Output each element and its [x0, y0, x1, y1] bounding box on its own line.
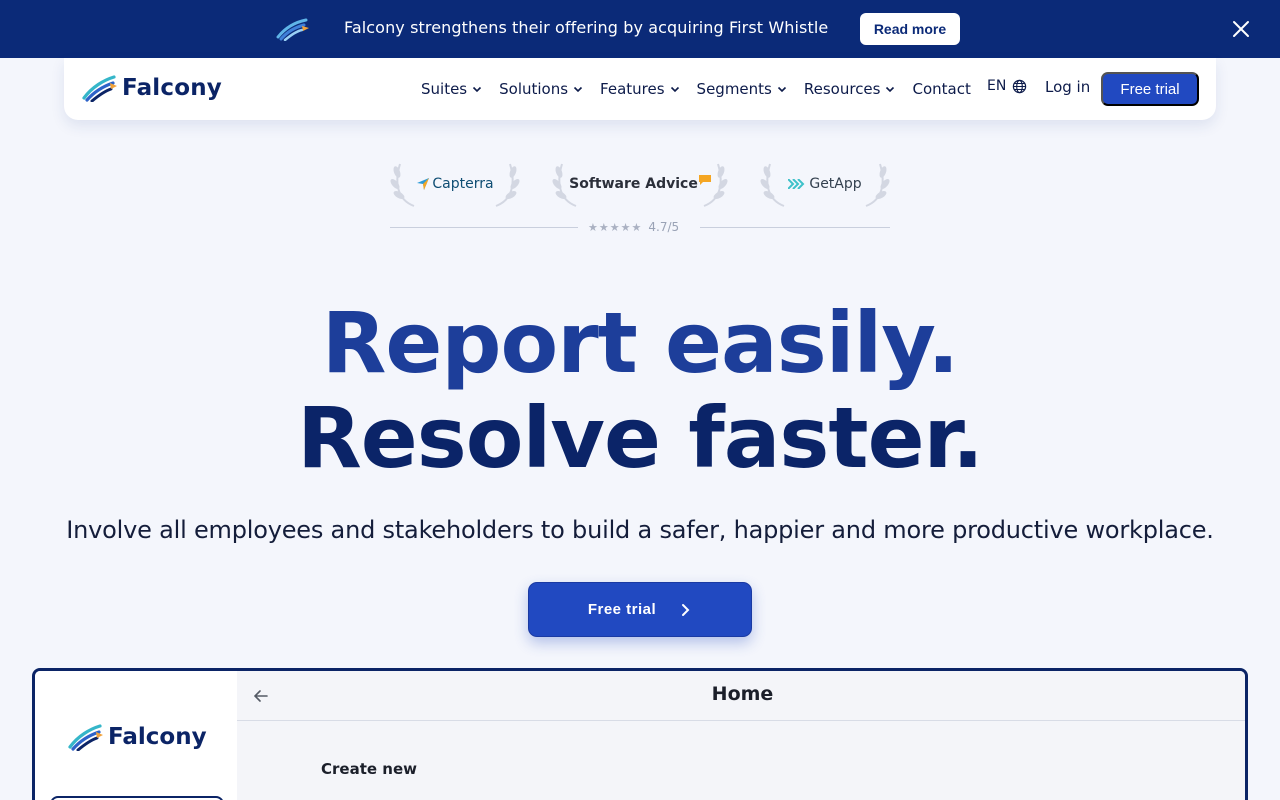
laurel-left-icon: [760, 163, 785, 207]
chevron-down-icon: [473, 86, 482, 93]
nav-item-features[interactable]: Features: [600, 80, 680, 98]
preview-topbar: Home: [237, 671, 1245, 721]
language-label: EN: [987, 78, 1007, 94]
laurel-right-icon: [865, 163, 890, 207]
nav-item-label: Resources: [803, 80, 881, 98]
star-rating: ★ ★ ★ ★ ★: [588, 221, 642, 234]
getapp-badge: GetApp: [760, 160, 890, 208]
nav-item-contact[interactable]: Contact: [912, 80, 970, 98]
nav-menu: Suites Solutions Features Segments Resou…: [421, 78, 988, 100]
nav-item-label: Contact: [912, 80, 971, 98]
star-icon: ★: [631, 220, 642, 234]
globe-icon: [1013, 79, 1027, 93]
nav-item-label: Features: [600, 80, 665, 98]
app-preview: Falcony Home Create new: [32, 668, 1248, 800]
preview-logo: Falcony: [68, 723, 207, 751]
language-selector[interactable]: EN: [987, 78, 1027, 94]
laurel-left-icon: [552, 163, 577, 207]
falcony-bird-icon: [68, 724, 103, 751]
hero-free-trial-button[interactable]: Free trial: [528, 582, 752, 637]
arrow-left-icon[interactable]: [253, 688, 269, 704]
preview-sidebar-button[interactable]: [50, 796, 224, 800]
star-icon: ★: [598, 220, 609, 234]
main-navigation: Falcony Suites Solutions Features Segmen…: [64, 58, 1216, 120]
announcement-bar: Falcony strengthens their offering by ac…: [0, 0, 1280, 58]
announcement-text: Falcony strengthens their offering by ac…: [344, 18, 829, 37]
software-advice-label: Software Advice: [569, 175, 711, 192]
falcony-logo[interactable]: Falcony: [82, 74, 222, 102]
star-icon: ★: [620, 220, 631, 234]
cta-label: Free trial: [587, 601, 657, 618]
review-badges: Capterra Software Advice GetApp: [390, 160, 890, 210]
laurel-right-icon: [703, 163, 728, 207]
nav-item-label: Segments: [696, 80, 772, 98]
nav-item-label: Suites: [421, 80, 468, 98]
brand-name: Falcony: [122, 75, 222, 101]
falcony-bird-icon: [82, 75, 117, 102]
nav-item-solutions[interactable]: Solutions: [499, 80, 583, 98]
close-icon[interactable]: [1231, 19, 1251, 39]
preview-page-title: Home: [711, 683, 774, 705]
preview-brand-name: Falcony: [108, 724, 207, 750]
nav-free-trial-button[interactable]: Free trial: [1101, 72, 1199, 106]
getapp-label: GetApp: [788, 176, 862, 192]
chevron-down-icon: [670, 86, 679, 93]
read-more-button[interactable]: Read more: [860, 13, 960, 45]
chevron-down-icon: [886, 86, 895, 93]
getapp-logo-icon: [788, 179, 805, 189]
chevron-right-icon: [682, 603, 690, 616]
preview-sidebar: Falcony: [35, 671, 237, 800]
nav-item-resources[interactable]: Resources: [804, 80, 896, 98]
rating-score: 4.7/5: [648, 220, 680, 234]
software-advice-badge: Software Advice: [552, 160, 728, 208]
laurel-left-icon: [390, 163, 415, 207]
star-icon: ★: [588, 220, 598, 234]
nav-item-label: Solutions: [499, 80, 569, 98]
capterra-badge: Capterra: [390, 160, 520, 208]
hero-title-line1: Report easily.: [321, 294, 960, 392]
falcony-bird-icon: [276, 18, 309, 41]
hero-title-line2: Resolve faster.: [297, 389, 984, 487]
hero-subtitle: Involve all employees and stakeholders t…: [66, 516, 1214, 544]
capterra-label: Capterra: [416, 176, 494, 192]
rating-summary: ★ ★ ★ ★ ★ 4.7/5: [588, 220, 679, 234]
nav-item-segments[interactable]: Segments: [697, 80, 787, 98]
login-link[interactable]: Log in: [1045, 78, 1090, 96]
laurel-right-icon: [495, 163, 520, 207]
preview-main: Home Create new: [237, 671, 1245, 800]
chevron-down-icon: [573, 86, 583, 93]
nav-item-suites[interactable]: Suites: [421, 80, 482, 98]
preview-section-title: Create new: [321, 760, 417, 778]
star-icon: ★: [609, 220, 620, 234]
chevron-down-icon: [777, 86, 786, 93]
